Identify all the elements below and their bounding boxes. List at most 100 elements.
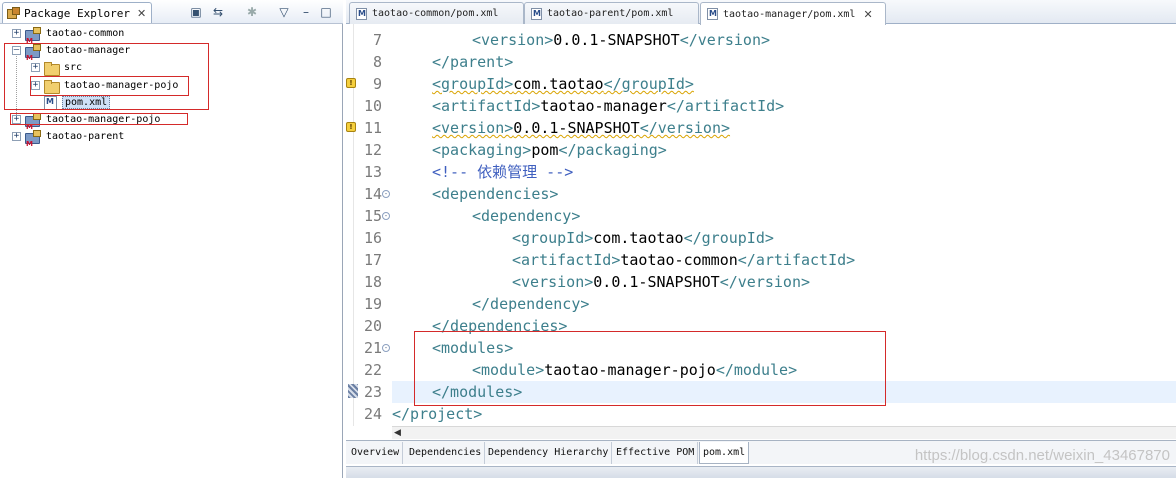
tree-item-label: pom.xml xyxy=(62,96,111,109)
tree-item-label: taotao-common xyxy=(46,28,125,39)
fold-toggle-icon[interactable]: - xyxy=(382,212,390,220)
folder-icon xyxy=(44,61,60,76)
tree-item-pom-xml[interactable]: pom.xml xyxy=(40,94,111,111)
code-line-11: <version>0.0.1-SNAPSHOT</version> xyxy=(432,119,731,137)
line-number: 7 xyxy=(372,31,382,49)
package-explorer-icon xyxy=(7,7,20,19)
collapse-toggle[interactable]: – xyxy=(12,46,21,55)
code-line-21: <modules> xyxy=(432,339,514,357)
code-line-22: <module>taotao-manager-pojo</module> xyxy=(472,361,798,379)
close-icon[interactable]: ✕ xyxy=(863,8,872,21)
view-menu-icon[interactable]: ▽ xyxy=(276,4,292,20)
line-number: 9 xyxy=(372,75,382,93)
code-line-18: <version>0.0.1-SNAPSHOT</version> xyxy=(512,273,811,291)
horizontal-scrollbar[interactable]: ◀ xyxy=(392,426,1176,439)
line-number: 17 xyxy=(363,251,382,269)
tree-item-taotao-manager[interactable]: – M taotao-manager xyxy=(12,42,131,62)
overview-ruler: ! ! xyxy=(346,24,358,426)
code-line-8: </parent> xyxy=(432,53,514,71)
link-with-editor-icon[interactable]: ⇆ xyxy=(210,4,226,20)
fold-toggle-icon[interactable]: - xyxy=(382,344,390,352)
tab-taotao-common-pom[interactable]: taotao-common/pom.xml xyxy=(349,2,524,24)
tab-dependency-hierarchy[interactable]: Dependency Hierarchy xyxy=(485,442,613,464)
code-line-10: <artifactId>taotao-manager</artifactId> xyxy=(432,97,785,115)
line-number: 12 xyxy=(363,141,382,159)
tab-overview[interactable]: Overview xyxy=(348,442,404,464)
maven-pom-file-icon xyxy=(44,95,57,110)
line-number: 24 xyxy=(363,405,382,423)
code-area[interactable]: <version>0.0.1-SNAPSHOT</version> </pare… xyxy=(392,24,1176,426)
line-number: 8 xyxy=(372,53,382,71)
line-number: 20 xyxy=(363,317,382,335)
code-line-20: </dependencies> xyxy=(432,317,568,335)
maven-pom-file-icon xyxy=(356,7,367,20)
fold-toggle-icon[interactable]: - xyxy=(382,190,390,198)
tree-item-label: taotao-manager-pojo xyxy=(46,114,161,125)
package-explorer-header: Package Explorer ✕ ▣ ⇆ ✱ ▽ – □ xyxy=(0,0,343,24)
maven-project-icon: M xyxy=(25,129,41,148)
tab-pom-xml[interactable]: pom.xml xyxy=(699,442,750,464)
tree-item-taotao-manager-pojo[interactable]: + M taotao-manager-pojo xyxy=(12,111,161,131)
line-number: 18 xyxy=(363,273,382,291)
focus-icon[interactable]: ✱ xyxy=(244,4,260,20)
maximize-icon[interactable]: □ xyxy=(318,4,334,20)
editor-tab-bar: taotao-common/pom.xml taotao-parent/pom.… xyxy=(346,0,1176,25)
expand-toggle[interactable]: + xyxy=(12,29,21,38)
line-number: 16 xyxy=(363,229,382,247)
code-line-13: <!-- 依赖管理 --> xyxy=(432,163,574,181)
line-number: 23 xyxy=(363,383,382,401)
line-number: 15 xyxy=(363,207,382,225)
package-explorer-panel: Package Explorer ✕ ▣ ⇆ ✱ ▽ – □ + M taota… xyxy=(0,0,343,478)
tab-dependencies[interactable]: Dependencies xyxy=(406,442,486,464)
tab-label: taotao-common/pom.xml xyxy=(372,8,499,19)
maven-pom-file-icon xyxy=(707,8,718,20)
code-line-24: </project> xyxy=(392,405,483,423)
line-number: 21 xyxy=(363,339,382,357)
line-number: 14 xyxy=(363,185,382,203)
code-line-16: <groupId>com.taotao</groupId> xyxy=(512,229,774,247)
code-line-19: </dependency> xyxy=(472,295,590,313)
code-line-23: </modules> xyxy=(392,381,1176,403)
expand-toggle[interactable]: + xyxy=(12,132,21,141)
watermark: https://blog.csdn.net/weixin_43467870 xyxy=(914,447,1170,464)
editor-panel: taotao-common/pom.xml taotao-parent/pom.… xyxy=(346,0,1176,478)
code-line-7: <version>0.0.1-SNAPSHOT</version> xyxy=(472,31,771,49)
close-icon[interactable]: ✕ xyxy=(137,7,146,20)
line-number-gutter: 7 8 9 10 11 12 13 14 15 16 17 18 19 20 2… xyxy=(354,24,390,426)
tree-item-label: src xyxy=(64,62,83,73)
tree-item-src[interactable]: + src xyxy=(31,59,82,76)
tab-label: taotao-parent/pom.xml xyxy=(547,8,674,19)
line-number: 10 xyxy=(363,97,382,115)
code-line-15: <dependency> xyxy=(472,207,581,225)
line-number: 19 xyxy=(363,295,382,313)
tab-taotao-manager-pom[interactable]: taotao-manager/pom.xml ✕ xyxy=(700,2,886,25)
tree-item-label: taotao-manager-pojo xyxy=(64,80,179,91)
maven-project-icon: M xyxy=(25,43,41,62)
tab-label: taotao-manager/pom.xml xyxy=(723,8,856,20)
tree-item-taotao-manager-pojo-folder[interactable]: + taotao-manager-pojo xyxy=(31,77,178,94)
package-explorer-tab[interactable]: Package Explorer ✕ xyxy=(2,2,152,23)
tree-item-label: taotao-parent xyxy=(46,131,125,142)
expand-toggle[interactable]: + xyxy=(31,63,40,72)
maven-project-icon: M xyxy=(25,112,41,131)
maven-project-icon: M xyxy=(25,26,41,45)
code-line-14: <dependencies> xyxy=(432,185,559,203)
scroll-left-icon[interactable]: ◀ xyxy=(394,428,401,438)
code-line-17: <artifactId>taotao-common</artifactId> xyxy=(512,251,856,269)
minimize-icon[interactable]: – xyxy=(298,4,314,20)
collapse-all-icon[interactable]: ▣ xyxy=(188,4,204,20)
tree-item-label: taotao-manager xyxy=(46,45,131,56)
tab-taotao-parent-pom[interactable]: taotao-parent/pom.xml xyxy=(524,2,699,24)
lower-panel-strip xyxy=(346,466,1176,478)
expand-toggle[interactable]: + xyxy=(12,115,21,124)
tree-item-taotao-common[interactable]: + M taotao-common xyxy=(12,25,125,45)
line-number: 13 xyxy=(363,163,382,181)
maven-pom-file-icon xyxy=(531,7,542,20)
tab-effective-pom[interactable]: Effective POM xyxy=(613,442,699,464)
tree-item-taotao-parent[interactable]: + M taotao-parent xyxy=(12,128,125,148)
expand-toggle[interactable]: + xyxy=(31,81,40,90)
folder-icon xyxy=(44,79,60,94)
code-line-12: <packaging>pom</packaging> xyxy=(432,141,667,159)
line-number: 11 xyxy=(363,119,382,137)
package-explorer-tab-label: Package Explorer xyxy=(24,6,130,20)
